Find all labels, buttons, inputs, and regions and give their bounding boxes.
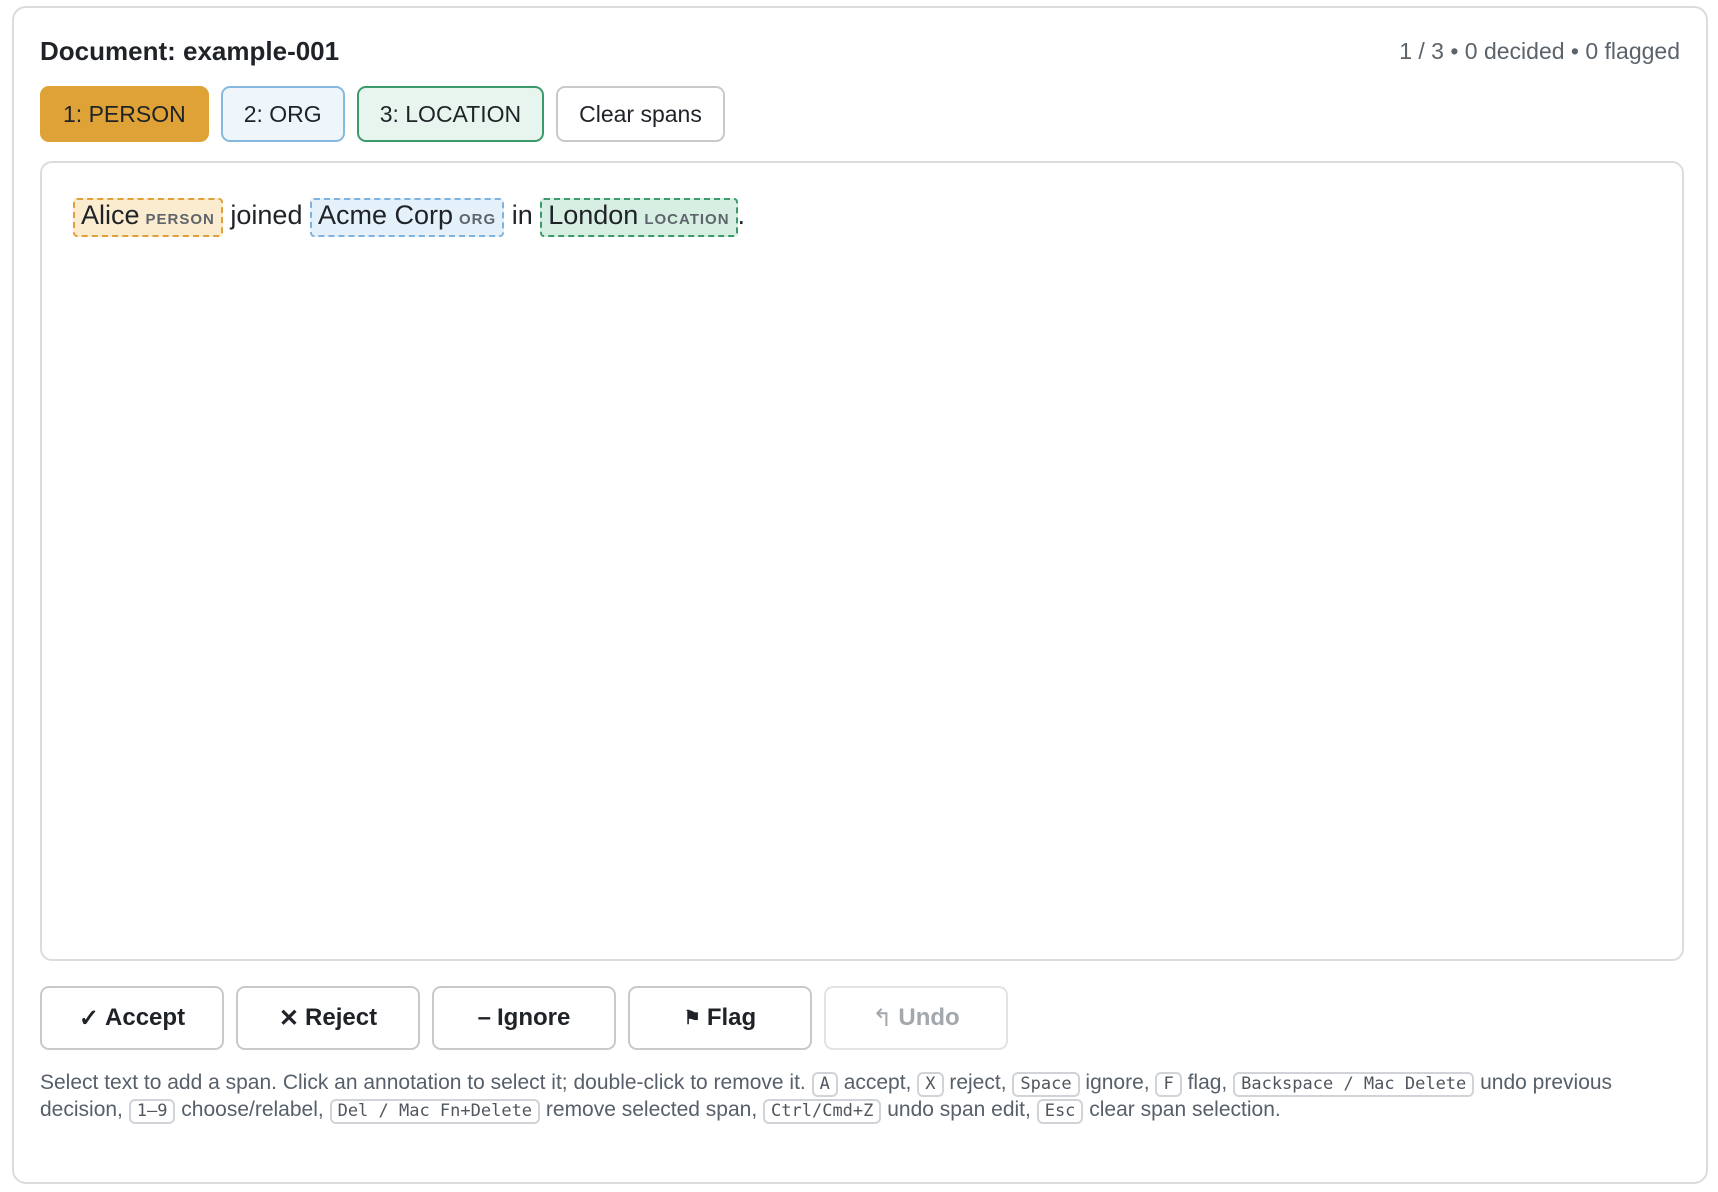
annotation-card: Document: example-001 1 / 3 • 0 decided …: [12, 6, 1708, 1184]
label-person-button[interactable]: 1: PERSON: [40, 86, 209, 142]
flag-button[interactable]: ⚑ Flag: [628, 986, 812, 1050]
span-text: Alice: [81, 200, 140, 230]
kbd-esc: Esc: [1036, 1099, 1084, 1124]
label-org-button[interactable]: 2: ORG: [220, 86, 345, 142]
kbd-remove: Del / Mac Fn+Delete: [329, 1099, 541, 1124]
kbd-span-undo: Ctrl/Cmd+Z: [763, 1099, 882, 1124]
progress-status: 1 / 3 • 0 decided • 0 flagged: [1399, 37, 1680, 64]
document-text: in: [504, 200, 541, 230]
kbd-undo: Backspace / Mac Delete: [1233, 1072, 1475, 1097]
kbd-flag: F: [1155, 1072, 1182, 1097]
kbd-label: 1–9: [128, 1099, 176, 1124]
span-tag: LOCATION: [644, 211, 730, 228]
help-text: Select text to add a span. Click an anno…: [40, 1071, 806, 1094]
kbd-accept: A: [811, 1072, 838, 1097]
flag-label: Flag: [706, 1004, 757, 1031]
help-text: undo span edit,: [887, 1098, 1031, 1121]
ignore-button[interactable]: – Ignore: [432, 986, 616, 1050]
document-text: joined: [222, 200, 310, 230]
label-location-button[interactable]: 3: LOCATION: [356, 86, 545, 142]
span-text: Acme Corp: [317, 200, 454, 230]
dash-icon: –: [477, 1004, 491, 1031]
span-tag: ORG: [459, 211, 497, 228]
undo-button[interactable]: ↰ Undo: [824, 986, 1008, 1050]
help-text: clear span selection.: [1089, 1098, 1281, 1121]
close-icon: ✕: [278, 1004, 300, 1032]
help-text: accept,: [843, 1071, 912, 1094]
label-toolbar: 1: PERSON 2: ORG 3: LOCATION Clear spans: [40, 86, 725, 142]
flag-icon: ⚑: [683, 1007, 701, 1029]
keyboard-help: Select text to add a span. Click an anno…: [40, 1070, 1690, 1124]
help-text: flag,: [1187, 1071, 1228, 1094]
kbd-ignore: Space: [1012, 1072, 1080, 1097]
document-text: .: [737, 200, 746, 230]
check-icon: ✓: [78, 1004, 100, 1032]
reject-label: Reject: [305, 1004, 378, 1031]
decision-actions: ✓ Accept ✕ Reject – Ignore ⚑ Flag ↰ Undo: [40, 986, 1008, 1050]
annotation-span-org[interactable]: Acme Corp ORG: [309, 198, 505, 237]
annotation-span-person[interactable]: Alice PERSON: [73, 198, 223, 237]
accept-button[interactable]: ✓ Accept: [40, 986, 224, 1050]
undo-label: Undo: [898, 1004, 960, 1031]
header: Document: example-001 1 / 3 • 0 decided …: [40, 34, 1680, 68]
reject-button[interactable]: ✕ Reject: [236, 986, 420, 1050]
undo-icon: ↰: [872, 1004, 893, 1032]
help-text: choose/relabel,: [181, 1098, 324, 1121]
clear-spans-button[interactable]: Clear spans: [556, 86, 725, 142]
document-title: Document: example-001: [40, 35, 340, 66]
span-tag: PERSON: [145, 211, 215, 228]
annotation-span-location[interactable]: London LOCATION: [540, 198, 738, 237]
document-text-pane[interactable]: Alice PERSON joined Acme Corp ORG in Londo…: [40, 161, 1684, 961]
accept-label: Accept: [105, 1004, 186, 1031]
help-text: ignore,: [1085, 1071, 1150, 1094]
ignore-label: Ignore: [497, 1004, 571, 1031]
span-text: London: [548, 200, 639, 230]
help-text: remove selected span,: [545, 1098, 758, 1121]
help-text: reject,: [949, 1071, 1007, 1094]
kbd-reject: X: [917, 1072, 944, 1097]
